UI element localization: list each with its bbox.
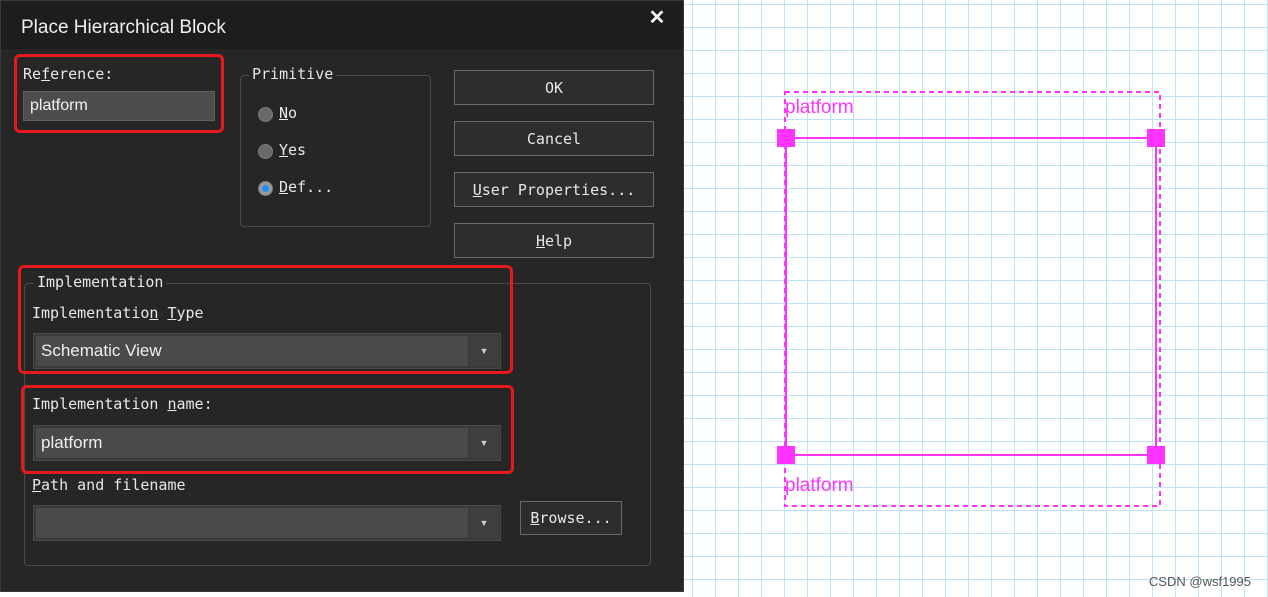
implementation-legend: Implementation [34,273,167,291]
impl-name-label-post: ame: [176,395,213,413]
implementation-name-input[interactable]: platform [36,428,468,458]
radio-yes[interactable] [258,144,273,159]
chevron-down-icon[interactable]: ▼ [470,336,498,366]
reference-input[interactable]: platform [23,91,215,121]
hierarchical-block-drawing [777,91,1165,507]
help-text: elp [544,231,573,250]
impl-type-label-pre: Implementatio [32,304,150,322]
user-properties-text: ser Properties... [481,180,636,199]
path-filename-label: Path and filename [32,476,186,494]
dialog-title: Place Hierarchical Block [21,17,226,38]
watermark: CSDN @wsf1995 [1148,574,1251,589]
radio-default-label[interactable]: Def... [279,178,333,196]
reference-label: Reference: [23,65,113,83]
help-hotkey: H [535,231,545,250]
user-properties-button[interactable]: User Properties... [454,172,654,207]
chevron-down-icon[interactable]: ▼ [470,508,498,538]
block-implementation-label[interactable]: platform [785,475,854,497]
reference-label-post: erence: [50,65,114,83]
help-button[interactable]: Help [454,223,654,258]
primitive-legend: Primitive [249,65,337,83]
browse-hotkey: B [530,509,540,527]
browse-text: rowse... [539,509,612,527]
implementation-type-select[interactable]: Schematic View ▼ [33,333,501,369]
title-bar: Place Hierarchical Block ✕ [1,1,683,49]
reference-label-hotkey: f [41,65,51,83]
radio-yes-text: es [288,141,307,159]
radio-yes-hotkey: Y [279,141,289,159]
path-filename-input[interactable] [36,508,468,538]
radio-yes-label[interactable]: Yes [279,141,306,159]
radio-no-hotkey: N [279,104,289,122]
radio-no-text: o [288,104,298,122]
cancel-button[interactable]: Cancel [454,121,654,156]
user-properties-hotkey: U [472,180,482,199]
implementation-name-label: Implementation name: [32,395,213,413]
radio-no-label[interactable]: No [279,104,297,122]
impl-name-label-hotkey: n [167,395,177,413]
impl-name-label-pre: Implementation [32,395,168,413]
radio-default[interactable] [258,181,273,196]
close-icon[interactable]: ✕ [646,7,668,29]
handle-bottom-left[interactable] [777,446,795,464]
handle-bottom-right[interactable] [1147,446,1165,464]
block-selection-outline [784,91,1161,507]
implementation-type-label: Implementation Type [32,304,204,322]
path-filename-combo[interactable]: ▼ [33,505,501,541]
browse-button[interactable]: Browse... [520,501,622,535]
block-reference-label[interactable]: platform [785,97,854,119]
radio-no[interactable] [258,107,273,122]
handle-top-right[interactable] [1147,129,1165,147]
chevron-down-icon[interactable]: ▼ [470,428,498,458]
radio-default-hotkey: D [279,178,289,196]
reference-label-pre: Re [23,65,42,83]
impl-type-label-hotkey-2: T [167,304,177,322]
schematic-canvas[interactable]: platform platform CSDN @wsf1995 [684,0,1268,597]
radio-default-text: ef... [288,178,334,196]
implementation-type-value: Schematic View [36,336,468,366]
place-hierarchical-block-dialog: Place Hierarchical Block ✕ Reference: pl… [0,0,684,592]
handle-top-left[interactable] [777,129,795,147]
path-label-hotkey: P [32,476,42,494]
ok-button[interactable]: OK [454,70,654,105]
impl-type-label-post: ype [176,304,204,322]
path-label-text: ath and filename [41,476,186,494]
block-body[interactable] [785,137,1157,456]
implementation-name-combo[interactable]: platform ▼ [33,425,501,461]
